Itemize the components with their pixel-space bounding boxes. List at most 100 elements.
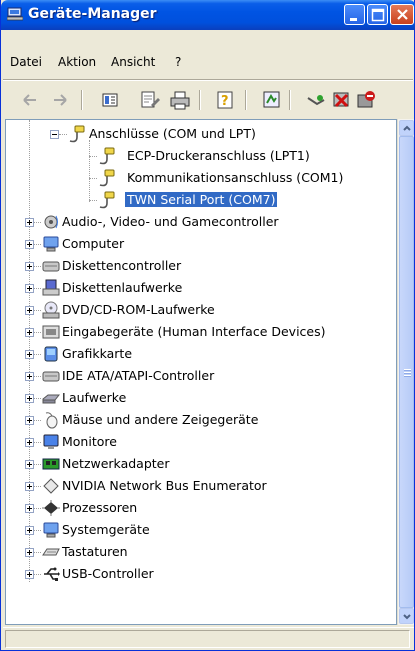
maximize-button[interactable] <box>367 4 388 25</box>
tree-category-audio[interactable]: Audio-, Video- und Gamecontroller <box>6 211 396 233</box>
scroll-up-button[interactable] <box>399 120 414 136</box>
tree-connector <box>34 442 41 444</box>
tree-connector <box>34 376 41 378</box>
usb-icon <box>42 565 60 583</box>
expand-toggle[interactable] <box>25 548 34 557</box>
computer-icon <box>42 235 60 253</box>
tree-label: Tastaturen <box>62 544 128 559</box>
tree-category-dvd[interactable]: DVD/CD-ROM-Laufwerke <box>6 299 396 321</box>
chevron-up-icon <box>403 125 411 131</box>
close-button[interactable] <box>390 4 414 25</box>
menu-help[interactable]: ? <box>175 55 181 69</box>
menu-ansicht[interactable]: Ansicht <box>111 55 155 69</box>
device-tree[interactable]: Anschlüsse (COM und LPT) ECP-Druckeransc… <box>5 119 397 625</box>
tree-category-drives[interactable]: Laufwerke <box>6 387 396 409</box>
expand-toggle[interactable] <box>25 416 34 425</box>
tree-item-com7[interactable]: TWN Serial Port (COM7) <box>6 189 396 211</box>
tree-connector <box>34 244 41 246</box>
minimize-icon <box>350 18 357 21</box>
title-bar[interactable]: Geräte-Manager <box>1 0 415 30</box>
expand-toggle[interactable] <box>25 372 34 381</box>
disable-icon[interactable] <box>355 89 377 111</box>
tree-label: Kommunikationsanschluss (COM1) <box>127 170 344 185</box>
expand-toggle[interactable] <box>25 504 34 513</box>
tree-category-system[interactable]: Systemgeräte <box>6 519 396 541</box>
menu-separator <box>3 79 413 81</box>
tree-category-ports[interactable]: Anschlüsse (COM und LPT) <box>6 123 396 145</box>
tree-connector <box>34 354 41 356</box>
expand-toggle[interactable] <box>25 218 34 227</box>
menu-aktion[interactable]: Aktion <box>58 55 96 69</box>
floppy-drive-icon <box>42 279 60 297</box>
expand-toggle[interactable] <box>25 240 34 249</box>
uninstall-icon[interactable] <box>331 89 353 111</box>
scan-hardware-icon[interactable] <box>261 89 283 111</box>
chevron-down-icon <box>403 614 411 620</box>
tree-label: DVD/CD-ROM-Laufwerke <box>62 302 215 317</box>
tree-connector <box>34 552 41 554</box>
expand-toggle[interactable] <box>25 460 34 469</box>
collapse-toggle[interactable] <box>50 130 59 139</box>
toolbar-separator <box>199 90 200 110</box>
print-icon[interactable] <box>169 89 191 111</box>
expand-toggle[interactable] <box>25 570 34 579</box>
bus-enumerator-icon <box>42 477 60 495</box>
graphics-card-icon <box>42 345 60 363</box>
tree-connector <box>89 200 97 202</box>
scroll-down-button[interactable] <box>399 608 414 624</box>
toolbar-separator <box>289 90 290 110</box>
vertical-scrollbar[interactable] <box>397 119 414 625</box>
scroll-grip <box>404 372 411 373</box>
tree-item-com1[interactable]: Kommunikationsanschluss (COM1) <box>6 167 396 189</box>
tree-category-monitors[interactable]: Monitore <box>6 431 396 453</box>
tree-category-nvidia[interactable]: NVIDIA Network Bus Enumerator <box>6 475 396 497</box>
tree-connector <box>34 420 41 422</box>
device-manager-icon <box>6 7 24 21</box>
help-icon[interactable]: ? <box>215 89 237 111</box>
port-icon <box>98 191 116 209</box>
tree-category-graphics[interactable]: Grafikkarte <box>6 343 396 365</box>
expand-toggle[interactable] <box>25 482 34 491</box>
tree-label: IDE ATA/ATAPI-Controller <box>62 368 215 383</box>
tree-label: Anschlüsse (COM und LPT) <box>89 126 256 141</box>
ide-controller-icon <box>42 367 60 385</box>
tree-category-processors[interactable]: Prozessoren <box>6 497 396 519</box>
scroll-thumb[interactable] <box>399 136 414 608</box>
scroll-grip <box>404 369 411 370</box>
tree-category-floppy-controller[interactable]: Diskettencontroller <box>6 255 396 277</box>
minimize-button[interactable] <box>344 4 365 25</box>
tree-label: ECP-Druckeranschluss (LPT1) <box>127 148 310 163</box>
tree-category-floppy-drives[interactable]: Diskettenlaufwerke <box>6 277 396 299</box>
tree-category-network[interactable]: Netzwerkadapter <box>6 453 396 475</box>
expand-toggle[interactable] <box>25 306 34 315</box>
forward-icon[interactable] <box>49 89 71 111</box>
back-icon[interactable] <box>19 89 41 111</box>
tree-label: Computer <box>62 236 125 251</box>
audio-icon <box>42 213 60 231</box>
tree-connector <box>34 398 41 400</box>
tree-category-keyboards[interactable]: Tastaturen <box>6 541 396 563</box>
tree-connector <box>34 486 41 488</box>
expand-toggle[interactable] <box>25 526 34 535</box>
expand-toggle[interactable] <box>25 284 34 293</box>
tree-category-usb[interactable]: USB-Controller <box>6 563 396 585</box>
expand-toggle[interactable] <box>25 262 34 271</box>
properties-view-icon[interactable] <box>99 89 121 111</box>
tree-connector <box>34 508 41 510</box>
update-driver-icon[interactable] <box>305 89 327 111</box>
tree-category-ide[interactable]: IDE ATA/ATAPI-Controller <box>6 365 396 387</box>
expand-toggle[interactable] <box>25 438 34 447</box>
tree-connector <box>89 156 97 158</box>
expand-toggle[interactable] <box>25 350 34 359</box>
tree-category-computer[interactable]: Computer <box>6 233 396 255</box>
tree-label: NVIDIA Network Bus Enumerator <box>62 478 267 493</box>
tree-item-lpt1[interactable]: ECP-Druckeranschluss (LPT1) <box>6 145 396 167</box>
tree-category-mice[interactable]: Mäuse und andere Zeigegeräte <box>6 409 396 431</box>
tree-category-hid[interactable]: Eingabegeräte (Human Interface Devices) <box>6 321 396 343</box>
menu-datei[interactable]: Datei <box>10 55 42 69</box>
network-adapter-icon <box>42 455 60 473</box>
properties-icon[interactable] <box>139 89 161 111</box>
toolbar: ? <box>3 86 413 114</box>
expand-toggle[interactable] <box>25 328 34 337</box>
expand-toggle[interactable] <box>25 394 34 403</box>
